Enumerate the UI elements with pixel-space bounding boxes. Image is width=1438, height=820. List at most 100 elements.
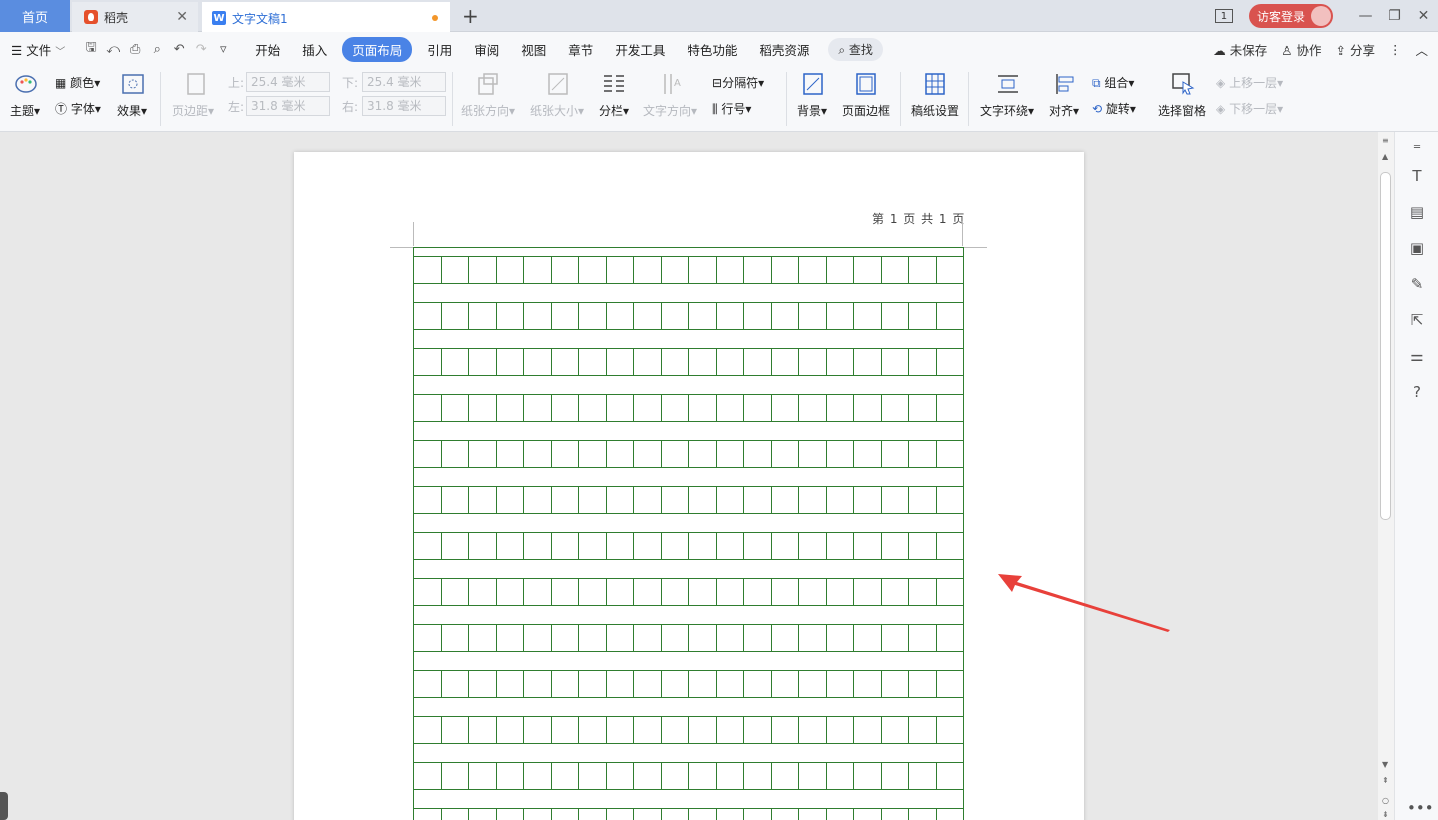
cloud-icon: ☁: [1213, 42, 1226, 58]
scrollbar-thumb[interactable]: [1380, 172, 1391, 520]
scroll-up-icon[interactable]: ▲: [1382, 152, 1388, 161]
document-workspace[interactable]: 第 1 页 共 1 页: [0, 132, 1378, 820]
margin-icon: [187, 73, 205, 95]
format-painter-icon[interactable]: ⤺: [102, 42, 124, 57]
effects-button[interactable]: 效果▾: [117, 102, 147, 119]
tab-document[interactable]: W 文字文稿1: [202, 2, 450, 32]
select-browse-icon[interactable]: ○: [1382, 796, 1389, 805]
layer-up-icon: ◈: [1216, 76, 1226, 90]
next-page-icon[interactable]: ⇟: [1382, 810, 1389, 819]
background-button[interactable]: 背景▾: [797, 102, 827, 119]
layer-down-icon: ◈: [1216, 102, 1226, 116]
collaborate-button[interactable]: ♙ 协作: [1281, 40, 1321, 59]
rotate-label: 旋转: [1105, 102, 1130, 116]
send-backward-label: 下移一层: [1229, 102, 1278, 116]
menu-view[interactable]: 视图: [510, 40, 557, 59]
menu-review[interactable]: 审阅: [463, 40, 510, 59]
document-page[interactable]: 第 1 页 共 1 页: [294, 152, 1084, 820]
right-margin-input[interactable]: 31.8 毫米: [362, 96, 446, 116]
guest-login-button[interactable]: 访客登录: [1248, 4, 1333, 28]
tab-daoke[interactable]: 稻壳 ✕: [72, 2, 198, 32]
new-tab-button[interactable]: +: [462, 4, 479, 28]
page-border-button[interactable]: 页面边框: [842, 102, 890, 119]
align-button[interactable]: 对齐▾: [1049, 102, 1079, 119]
close-tab-icon[interactable]: ✕: [176, 9, 188, 25]
manuscript-grid[interactable]: [413, 247, 965, 820]
panel-collapse-icon[interactable]: ═: [1407, 138, 1427, 158]
bring-forward-button[interactable]: ◈ 上移一层▾: [1216, 74, 1283, 91]
adjust-sliders-icon[interactable]: ⚌: [1407, 346, 1427, 366]
page-count-badge[interactable]: 1: [1214, 9, 1233, 23]
word-doc-icon: W: [212, 11, 226, 25]
send-backward-button[interactable]: ◈ 下移一层▾: [1216, 100, 1283, 117]
undo-icon[interactable]: ↶: [168, 42, 190, 57]
prev-page-icon[interactable]: ⇞: [1382, 776, 1389, 785]
tab-home[interactable]: 首页: [0, 0, 70, 32]
top-margin-input[interactable]: 25.4 毫米: [246, 72, 330, 92]
separator-button[interactable]: ⊟分隔符▾: [712, 74, 764, 91]
menu-page-layout[interactable]: 页面布局: [342, 36, 413, 62]
rotate-button[interactable]: ⟲ 旋转▾: [1092, 100, 1136, 117]
select-pointer-icon[interactable]: ⇱: [1407, 310, 1427, 330]
bottom-margin-input[interactable]: 25.4 毫米: [362, 72, 446, 92]
search-button[interactable]: ⌕ 查找: [828, 37, 883, 61]
menu-insert[interactable]: 插入: [291, 40, 338, 59]
menu-features[interactable]: 特色功能: [676, 40, 748, 59]
file-menu[interactable]: ☰ 文件 ﹀: [0, 40, 76, 59]
manuscript-settings-button[interactable]: 稿纸设置: [911, 102, 959, 119]
text-style-icon[interactable]: T: [1407, 166, 1427, 186]
doc-settings-icon[interactable]: ▤: [1407, 202, 1427, 222]
text-direction-label: 文字方向: [643, 104, 692, 118]
print-preview-icon[interactable]: ⌕: [146, 42, 168, 57]
menu-references[interactable]: 引用: [416, 40, 463, 59]
selection-pane-icon: [1172, 73, 1195, 95]
menu-start[interactable]: 开始: [244, 40, 291, 59]
print-icon[interactable]: ⎙: [124, 42, 146, 57]
doc-review-icon[interactable]: ▣: [1407, 238, 1427, 258]
group-button[interactable]: ⧉ 组合▾: [1092, 74, 1134, 91]
color-button[interactable]: ▦ 颜色▾: [55, 74, 100, 91]
orientation-button[interactable]: 纸张方向▾: [461, 102, 515, 119]
menu-bar: ☰ 文件 ﹀ 🖫 ⤺ ⎙ ⌕ ↶ ↷ ▿ 开始 插入 页面布局 引用 审阅 视图…: [0, 32, 1438, 66]
redo-icon[interactable]: ↷: [190, 42, 212, 57]
left-margin-input[interactable]: 31.8 毫米: [246, 96, 330, 116]
columns-label: 分栏: [599, 104, 624, 118]
text-direction-button[interactable]: 文字方向▾: [643, 102, 697, 119]
menu-section[interactable]: 章节: [557, 40, 604, 59]
save-icon[interactable]: 🖫: [80, 38, 102, 60]
ribbon-divider: [900, 72, 901, 126]
margin-button[interactable]: 页边距▾: [172, 102, 214, 119]
more-icon[interactable]: •••: [1407, 798, 1434, 818]
background-label: 背景: [797, 104, 822, 118]
rotate-icon: ⟲: [1092, 102, 1103, 116]
customize-toolbar-icon[interactable]: ▿: [212, 42, 234, 57]
vertical-scrollbar[interactable]: ≡ ▲ ▼ ⇞ ○ ⇟: [1378, 132, 1394, 820]
help-icon[interactable]: ?: [1407, 382, 1427, 402]
more-options-icon[interactable]: ⋮: [1389, 42, 1402, 57]
page-header-text[interactable]: 第 1 页 共 1 页: [872, 210, 965, 227]
collapse-ribbon-icon[interactable]: ︿: [1415, 40, 1428, 59]
line-number-button[interactable]: ⫼ 行号▾: [712, 100, 751, 117]
orientation-icon: [478, 73, 498, 95]
minimize-button[interactable]: —: [1351, 8, 1380, 24]
close-window-button[interactable]: ✕: [1409, 8, 1438, 24]
share-button[interactable]: ⇪ 分享: [1336, 40, 1375, 59]
paper-size-button[interactable]: 纸张大小▾: [530, 102, 584, 119]
pen-icon[interactable]: ✎: [1407, 274, 1427, 294]
theme-button[interactable]: 主题▾: [10, 102, 40, 119]
selection-pane-button[interactable]: 选择窗格: [1158, 102, 1206, 119]
menu-daoke-resources[interactable]: 稻壳资源: [748, 40, 820, 59]
left-margin-label: 左:: [228, 100, 245, 114]
font-button[interactable]: Ⓣ 字体▾: [55, 100, 101, 117]
text-wrap-button[interactable]: 文字环绕▾: [980, 102, 1034, 119]
unsaved-button[interactable]: ☁ 未保存: [1213, 40, 1267, 59]
side-toolbar: ═ T ▤ ▣ ✎ ⇱ ⚌ ? •••: [1394, 132, 1438, 820]
scroll-down-icon[interactable]: ▼: [1382, 760, 1388, 769]
left-panel-handle[interactable]: [0, 792, 8, 820]
restore-button[interactable]: ❐: [1380, 8, 1409, 24]
menu-developer[interactable]: 开发工具: [604, 40, 676, 59]
color-label: 颜色: [70, 76, 95, 90]
hamburger-icon: ☰: [11, 42, 23, 58]
columns-button[interactable]: 分栏▾: [599, 102, 629, 119]
page-break-icon: ⊟: [712, 76, 723, 90]
